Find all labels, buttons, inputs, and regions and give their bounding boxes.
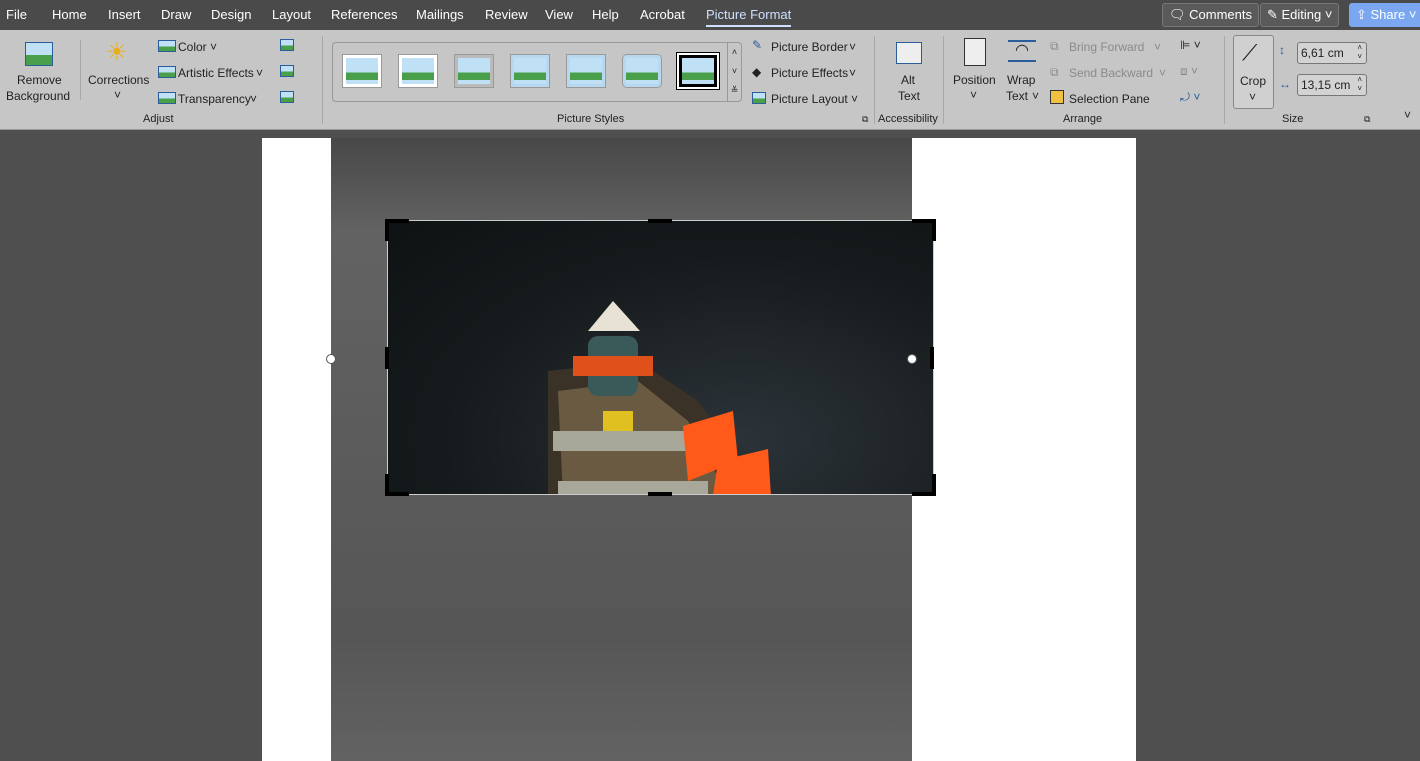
tab-view[interactable]: View (545, 7, 573, 22)
tab-references[interactable]: References (331, 7, 397, 22)
dialog-launcher-icon[interactable]: ⧉ (862, 114, 868, 125)
collapse-ribbon-icon[interactable]: ˅ (1404, 108, 1411, 122)
crop-handle[interactable] (932, 219, 936, 241)
send-backward-icon: ⧉ (1050, 65, 1059, 79)
position-icon (964, 38, 986, 66)
crop-handle[interactable] (385, 347, 389, 369)
share-icon: ⇪ (1356, 7, 1371, 22)
comments-button[interactable]: 🗨 Comments (1162, 3, 1259, 27)
boat-photo (548, 301, 771, 494)
reset-picture-icon[interactable] (280, 91, 294, 103)
share-button[interactable]: ⇪ Share ˅ (1349, 3, 1420, 27)
tab-acrobat[interactable]: Acrobat (640, 7, 685, 22)
tab-layout[interactable]: Layout (272, 7, 311, 22)
crop-handle[interactable] (385, 474, 389, 496)
divider (943, 36, 944, 124)
artistic-effects-icon (158, 66, 176, 78)
resize-handle[interactable] (907, 354, 917, 364)
dialog-launcher-icon[interactable]: ⧉ (1364, 114, 1370, 125)
align-icon[interactable]: ⊫ ˅ (1180, 38, 1201, 52)
tab-review[interactable]: Review (485, 7, 528, 22)
style-thumb[interactable] (679, 55, 717, 87)
chevron-down-icon: ˅ (114, 88, 122, 102)
tab-file[interactable]: File (6, 7, 27, 22)
height-icon: ↕ (1279, 43, 1285, 57)
remove-background-icon (25, 42, 53, 66)
change-picture-icon[interactable] (280, 65, 294, 77)
alt-text-icon (896, 42, 922, 64)
pencil-icon: ✎ (1267, 7, 1282, 22)
crop-button[interactable]: ⟋ Crop ˅ (1233, 35, 1274, 109)
tab-design[interactable]: Design (211, 7, 251, 22)
selection-pane-icon (1050, 90, 1064, 104)
height-input[interactable]: 6,61 cm ˄ ˅ (1297, 42, 1367, 64)
tab-help[interactable]: Help (592, 7, 619, 22)
tab-draw[interactable]: Draw (161, 7, 191, 22)
crop-handle[interactable] (648, 492, 672, 496)
ribbon: Remove Background ☀ Corrections ˅ Color ˅… (0, 30, 1420, 130)
effects-icon: ◆ (752, 65, 762, 79)
tab-mailings[interactable]: Mailings (416, 7, 464, 22)
width-input[interactable]: 13,15 cm ˄ ˅ (1297, 74, 1367, 96)
cropped-photo[interactable] (387, 220, 934, 495)
sun-icon: ☀ (106, 39, 128, 66)
style-thumb[interactable] (455, 55, 493, 87)
layout-icon (752, 92, 766, 104)
bring-forward-icon: ⧉ (1050, 39, 1059, 53)
picture-styles-gallery[interactable]: ˄ ˅ ≚ (332, 42, 742, 102)
style-thumb[interactable] (399, 55, 437, 87)
compress-pictures-icon[interactable] (280, 39, 294, 51)
style-thumb[interactable] (511, 55, 549, 87)
color-icon (158, 40, 176, 52)
group-icon[interactable]: ⧈ ˅ (1180, 64, 1198, 79)
divider (1224, 36, 1225, 124)
tab-home[interactable]: Home (52, 7, 87, 22)
editing-button[interactable]: ✎ Editing ˅ (1260, 3, 1340, 27)
width-icon: ↔ (1279, 77, 1291, 91)
style-thumb[interactable] (567, 55, 605, 87)
style-thumb[interactable] (623, 55, 661, 87)
style-thumb[interactable] (343, 55, 381, 87)
crop-handle[interactable] (385, 219, 389, 241)
wrap-text-icon: ◠ (1008, 40, 1036, 62)
tab-insert[interactable]: Insert (108, 7, 141, 22)
tab-picture-format[interactable]: Picture Format (706, 7, 792, 27)
crop-handle[interactable] (648, 219, 672, 223)
crop-handle[interactable] (930, 347, 934, 369)
pen-icon: ✎ (752, 38, 763, 52)
comment-icon: 🗨 (1169, 7, 1190, 22)
divider (874, 36, 875, 124)
rotate-icon[interactable]: ⤾ ˅ (1180, 90, 1200, 105)
gallery-scroll[interactable]: ˄ ˅ ≚ (727, 43, 741, 101)
resize-handle[interactable] (326, 354, 336, 364)
transparency-icon (158, 92, 176, 104)
crop-icon: ⟋ (1242, 40, 1258, 65)
menu-bar: File Home Insert Draw Design Layout Refe… (0, 0, 1420, 30)
divider (322, 36, 323, 124)
crop-handle[interactable] (932, 474, 936, 496)
divider (80, 40, 81, 100)
